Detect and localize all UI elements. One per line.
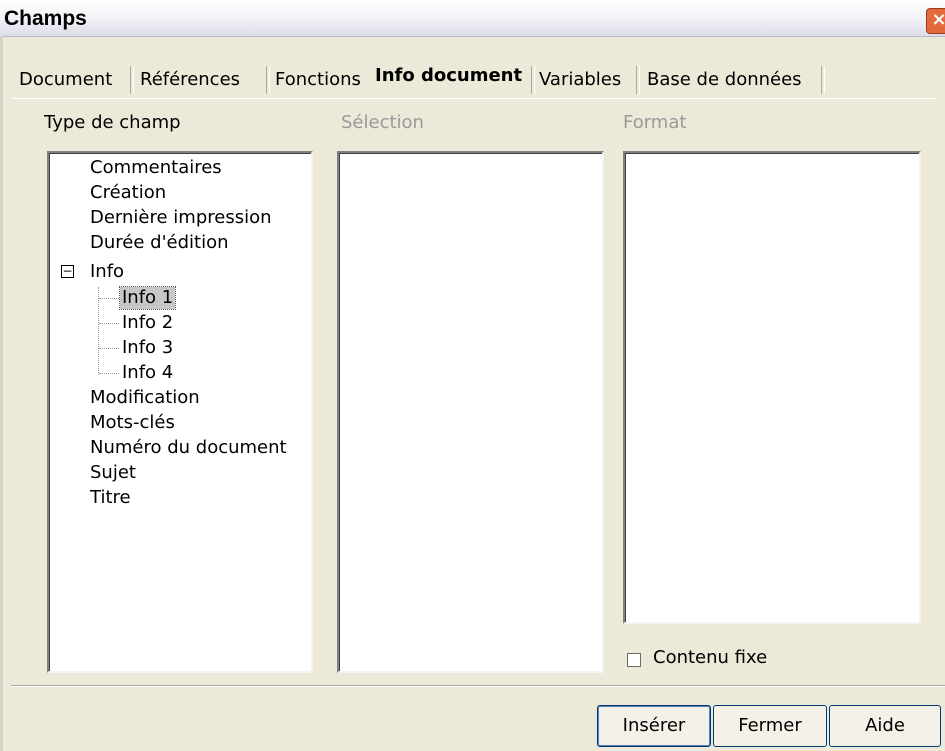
tree-item-info[interactable]: Info xyxy=(90,261,124,283)
tab-fonctions[interactable]: Fonctions xyxy=(275,64,361,96)
bottom-separator xyxy=(11,685,945,687)
insert-button[interactable]: Insérer xyxy=(597,705,711,747)
tree-item-commentaires[interactable]: Commentaires xyxy=(90,157,222,179)
contenu-fixe-checkbox[interactable] xyxy=(627,653,641,667)
close-button[interactable]: × xyxy=(926,8,945,34)
tab-separator xyxy=(531,66,535,94)
close-dialog-button[interactable]: Fermer xyxy=(713,705,827,747)
tree-item-derniere-impression[interactable]: Dernière impression xyxy=(90,207,272,229)
tree-item-numero-document[interactable]: Numéro du document xyxy=(90,437,287,459)
tab-separator xyxy=(266,66,270,94)
tree-item-info-4[interactable]: Info 4 xyxy=(122,362,173,384)
tree-item-info-1[interactable]: Info 1 xyxy=(118,286,177,310)
tab-base-de-donnees[interactable]: Base de données xyxy=(647,64,802,96)
type-de-champ-label: Type de champ xyxy=(44,112,181,133)
format-label: Format xyxy=(623,112,687,133)
field-type-listbox[interactable] xyxy=(47,151,313,673)
tree-connector xyxy=(99,323,119,324)
tab-variables[interactable]: Variables xyxy=(539,64,621,96)
window-border xyxy=(0,36,3,751)
selection-listbox[interactable] xyxy=(337,151,604,673)
tree-connector xyxy=(99,298,119,299)
tree-connector xyxy=(99,373,119,374)
tab-strip: Document Références Fonctions Info docum… xyxy=(19,58,939,100)
tree-item-info-3[interactable]: Info 3 xyxy=(122,337,173,359)
collapse-icon[interactable]: − xyxy=(61,265,74,278)
tree-item-creation[interactable]: Création xyxy=(90,182,166,204)
tree-item-duree-edition[interactable]: Durée d'édition xyxy=(90,232,229,254)
tree-item-titre[interactable]: Titre xyxy=(90,487,131,509)
title-bar: Champs × xyxy=(0,0,945,37)
tree-connector xyxy=(99,348,119,349)
window-title: Champs xyxy=(4,7,87,30)
contenu-fixe-label[interactable]: Contenu fixe xyxy=(653,647,767,668)
tab-info-document[interactable]: Info document xyxy=(375,58,523,98)
close-icon: × xyxy=(931,9,945,30)
tree-item-modification[interactable]: Modification xyxy=(90,387,200,409)
tree-item-info-2[interactable]: Info 2 xyxy=(122,312,173,334)
tab-document[interactable]: Document xyxy=(19,64,112,96)
help-button[interactable]: Aide xyxy=(829,705,941,747)
tab-separator xyxy=(636,66,640,94)
selection-label: Sélection xyxy=(341,112,424,133)
tree-item-mots-cles[interactable]: Mots-clés xyxy=(90,412,175,434)
tree-connector xyxy=(98,287,99,375)
tab-references[interactable]: Références xyxy=(140,64,240,96)
tab-separator xyxy=(130,66,134,94)
tab-separator xyxy=(821,66,825,94)
format-listbox[interactable] xyxy=(623,151,921,624)
tree-item-sujet[interactable]: Sujet xyxy=(90,462,136,484)
